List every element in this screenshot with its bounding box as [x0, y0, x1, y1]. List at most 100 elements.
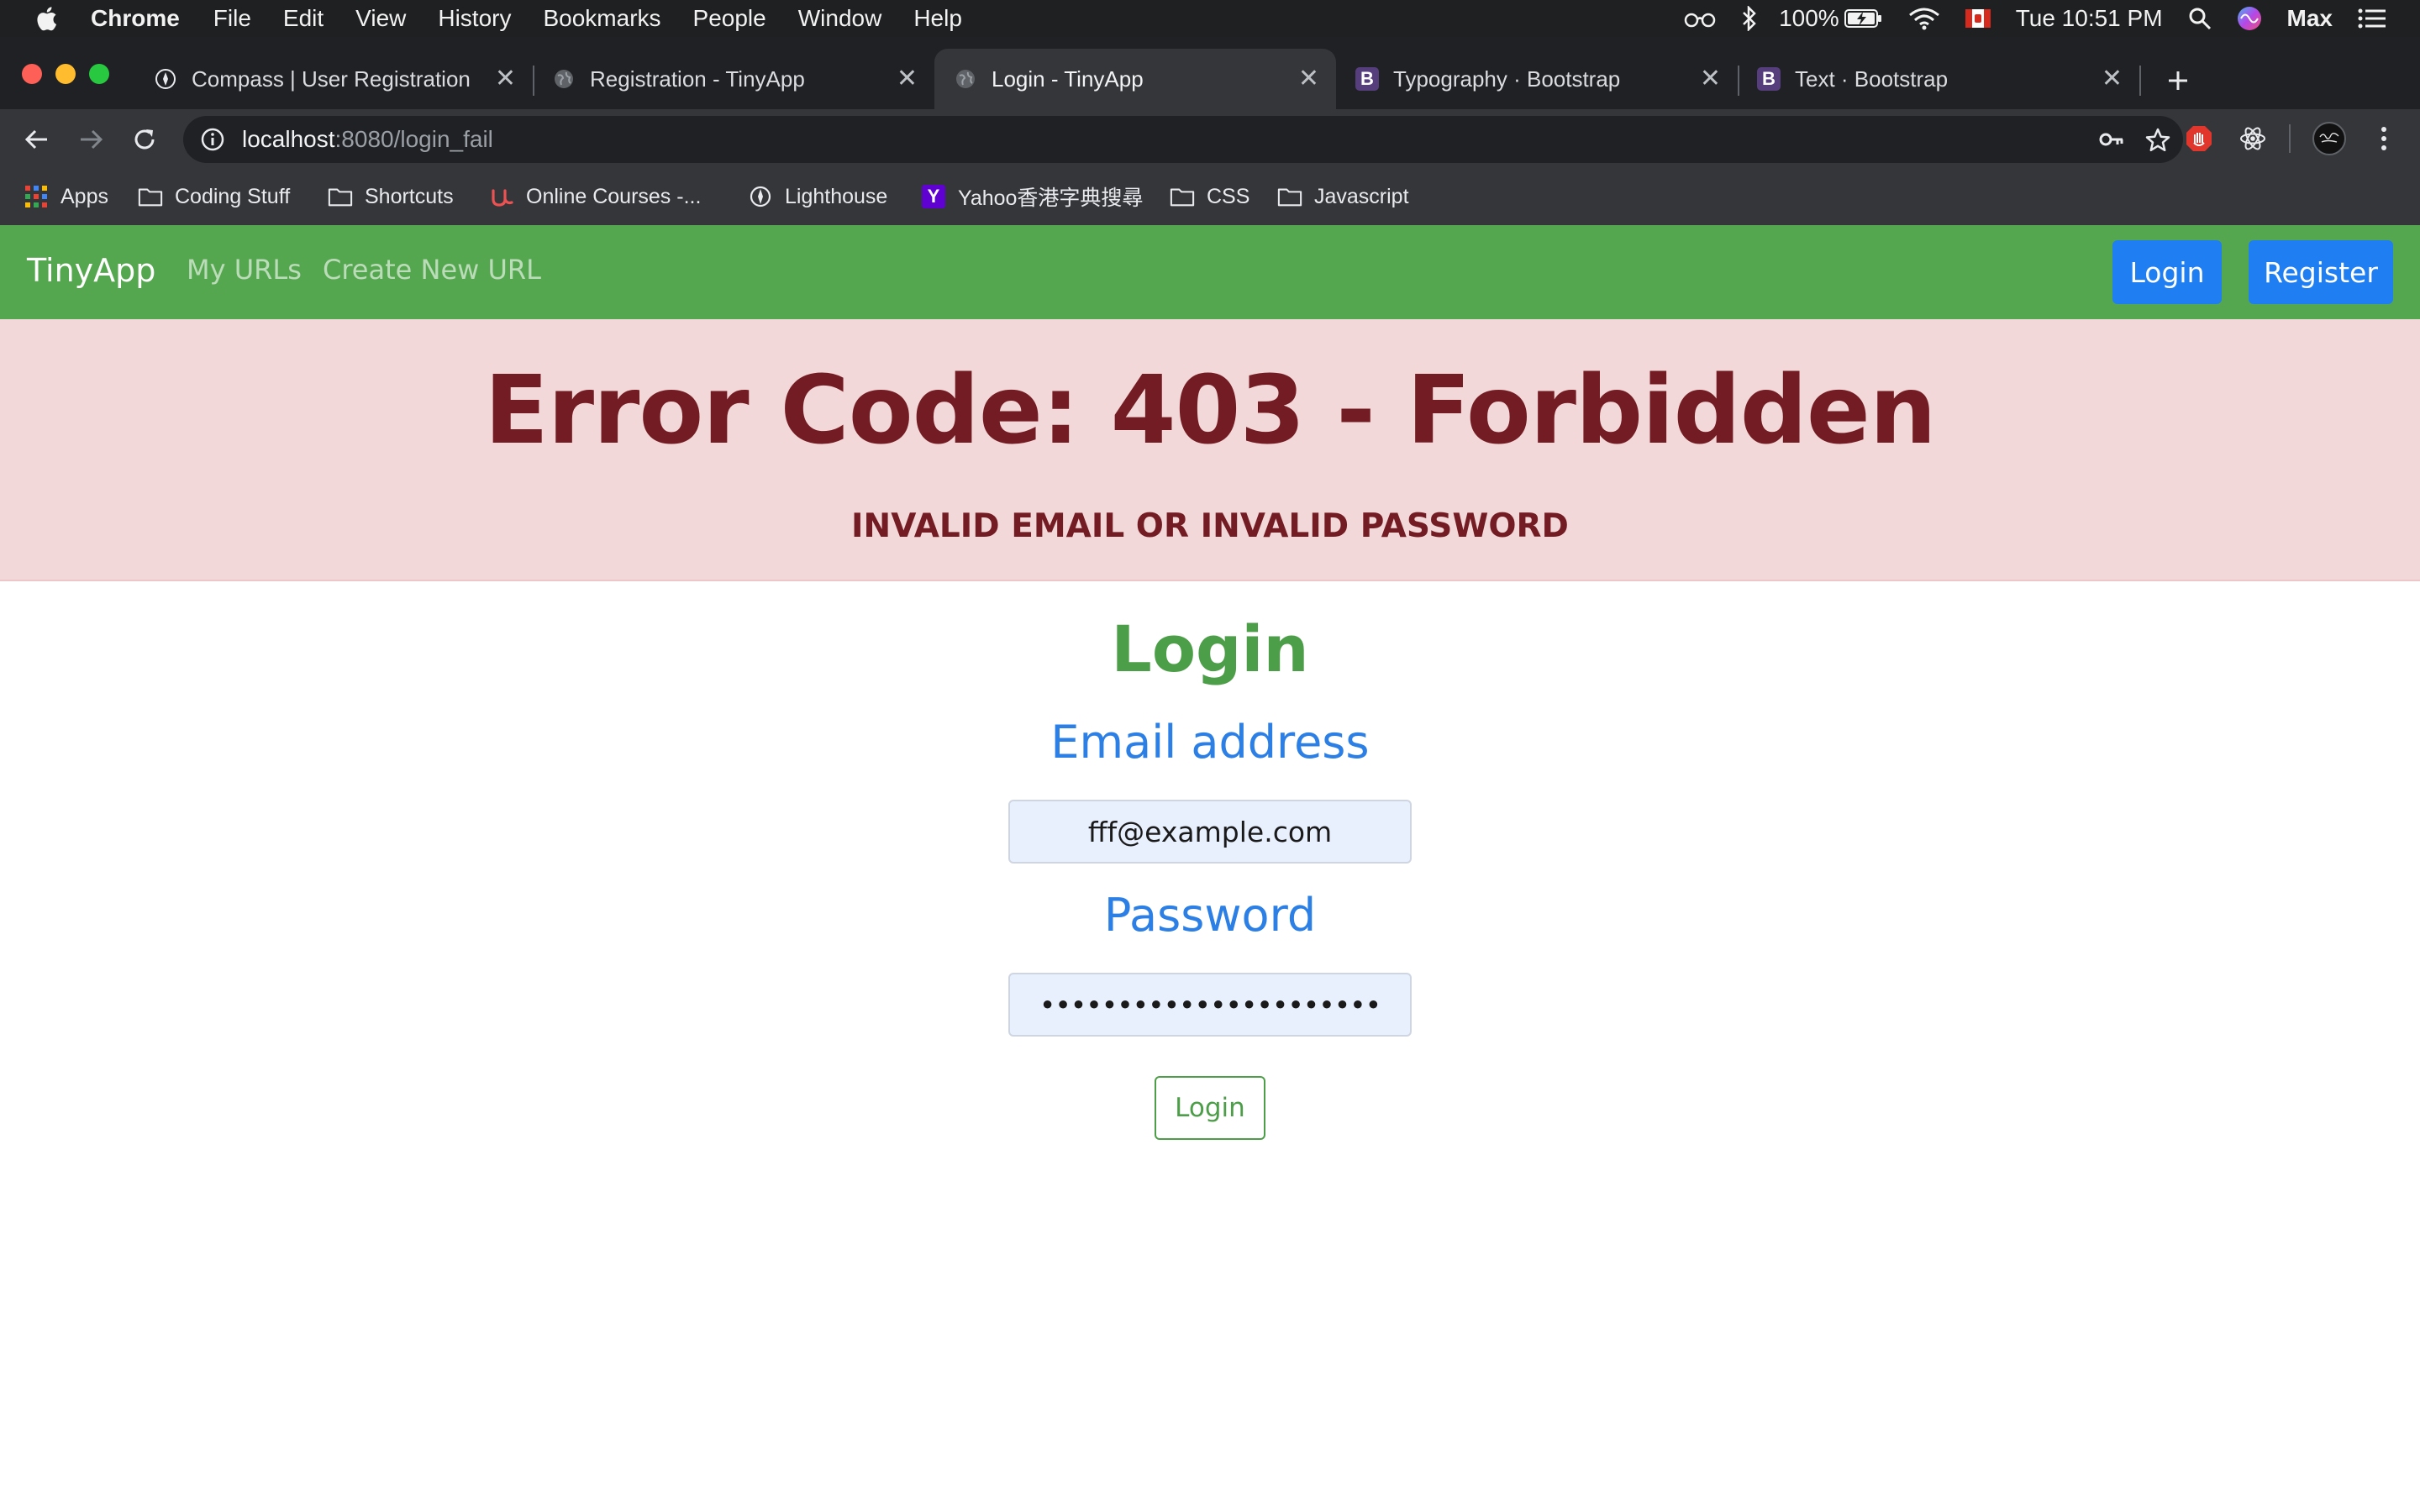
login-submit-button[interactable]: Login [1155, 1076, 1265, 1140]
battery-charging-icon [1844, 9, 1881, 28]
globe-icon [953, 66, 978, 92]
email-label: Email address [1050, 716, 1370, 769]
tab-separator [2139, 66, 2141, 96]
bookmark-label: Online Courses -... [526, 184, 702, 208]
menu-bookmarks[interactable]: Bookmarks [543, 5, 660, 32]
notification-center-icon[interactable] [2358, 8, 2386, 29]
bookmark-star-icon[interactable] [2144, 127, 2171, 154]
compass-icon [748, 184, 773, 209]
profile-avatar[interactable] [2312, 122, 2346, 155]
udemy-icon [489, 184, 514, 209]
back-arrow-icon[interactable] [24, 128, 50, 151]
bookmarks-bar: Apps Coding Stuff Shortcuts Online Cours… [0, 168, 2420, 225]
menu-people[interactable]: People [693, 5, 766, 32]
window-zoom-button[interactable] [89, 64, 109, 84]
forward-arrow-icon[interactable] [77, 128, 104, 151]
tab-close-icon[interactable]: ✕ [2102, 66, 2123, 92]
canada-flag-icon[interactable] [1965, 9, 1991, 28]
tab-title: Text · Bootstrap [1795, 66, 1949, 92]
bookmark-shortcuts[interactable]: Shortcuts [328, 181, 454, 212]
menu-history[interactable]: History [438, 5, 511, 32]
folder-icon [1170, 184, 1195, 209]
menu-app-name[interactable]: Chrome [91, 5, 180, 32]
tab-compass-user-registration[interactable]: Compass | User Registration ✕ [134, 49, 534, 109]
email-field[interactable] [1008, 800, 1412, 864]
bookmark-javascript[interactable]: Javascript [1277, 181, 1409, 212]
spotlight-search-icon[interactable] [2188, 7, 2212, 30]
password-field[interactable]: •••••••••••••••••••••• [1008, 973, 1412, 1037]
tab-title: Compass | User Registration [192, 66, 471, 92]
bookmark-lighthouse[interactable]: Lighthouse [748, 181, 887, 212]
bookmark-coding-stuff[interactable]: Coding Stuff [138, 181, 290, 212]
toolbar-divider [2289, 124, 2291, 153]
tab-title: Registration - TinyApp [590, 66, 805, 92]
bootstrap-letter: B [1355, 67, 1379, 91]
yahoo-icon: Y [921, 184, 946, 209]
wifi-icon[interactable] [1908, 7, 1940, 30]
tab-text-bootstrap[interactable]: B Text · Bootstrap ✕ [1738, 49, 2141, 109]
menu-file[interactable]: File [213, 5, 251, 32]
bootstrap-icon: B [1355, 66, 1380, 92]
chrome-menu-kebab-icon[interactable] [2378, 124, 2390, 153]
url-path: :8080/login_fail [334, 126, 493, 152]
bookmark-yahoo-dictionary[interactable]: Y Yahoo香港字典搜尋 [921, 181, 1143, 212]
bookmark-label: Shortcuts [365, 184, 454, 208]
bookmark-label: Lighthouse [785, 184, 888, 208]
tab-close-icon[interactable]: ✕ [1700, 66, 1721, 92]
navbar-register-button[interactable]: Register [2249, 240, 2393, 304]
window-minimize-button[interactable] [55, 64, 76, 84]
navbar-brand[interactable]: TinyApp [27, 252, 155, 289]
password-label: Password [1103, 889, 1317, 942]
password-key-icon[interactable] [2099, 129, 2124, 150]
battery-status[interactable]: 100% [1779, 5, 1883, 32]
bookmark-css[interactable]: CSS [1170, 181, 1249, 212]
folder-icon [1277, 184, 1302, 209]
react-devtools-icon[interactable] [2238, 124, 2267, 153]
globe-icon [551, 66, 576, 92]
menubar-user[interactable]: Max [2287, 5, 2333, 32]
bookmark-label: Apps [60, 184, 108, 208]
reading-glasses-icon[interactable] [1683, 9, 1717, 28]
chrome-tab-strip: Compass | User Registration ✕ Registrati… [0, 37, 2420, 109]
login-title: Login [1111, 612, 1309, 686]
tab-close-icon[interactable]: ✕ [897, 66, 918, 92]
bookmark-label: Javascript [1314, 184, 1409, 208]
bookmark-online-courses[interactable]: Online Courses -... [489, 181, 701, 212]
tab-registration-tinyapp[interactable]: Registration - TinyApp ✕ [533, 49, 934, 109]
bookmark-apps[interactable]: Apps [24, 181, 108, 212]
password-mask: •••••••••••••••••••••• [1039, 988, 1381, 1021]
window-close-button[interactable] [22, 64, 42, 84]
new-tab-plus-icon[interactable] [2166, 69, 2190, 92]
nav-link-my-urls[interactable]: My URLs [187, 254, 302, 286]
macos-menu-bar: Chrome File Edit View History Bookmarks … [0, 0, 2420, 37]
menu-view[interactable]: View [355, 5, 406, 32]
bootstrap-icon: B [1756, 66, 1781, 92]
address-bar[interactable]: localhost:8080/login_fail [183, 116, 2183, 163]
apple-logo-icon[interactable] [34, 3, 62, 34]
nav-link-create-new-url[interactable]: Create New URL [323, 254, 541, 286]
bootstrap-letter: B [1757, 67, 1781, 91]
siri-icon[interactable] [2237, 6, 2262, 31]
chrome-toolbar: localhost:8080/login_fail [0, 109, 2420, 168]
url-host: localhost [242, 126, 335, 152]
folder-icon [138, 184, 163, 209]
menubar-clock[interactable]: Tue 10:51 PM [2016, 5, 2163, 32]
apps-grid-icon [24, 184, 49, 209]
site-info-icon[interactable] [200, 127, 225, 152]
tab-close-icon[interactable]: ✕ [1298, 66, 1319, 92]
tab-title: Login - TinyApp [992, 66, 1144, 92]
menu-help[interactable]: Help [913, 5, 962, 32]
menu-window[interactable]: Window [798, 5, 882, 32]
yahoo-letter: Y [922, 185, 945, 208]
bookmark-label: Yahoo香港字典搜尋 [958, 186, 1144, 210]
error-alert: Error Code: 403 - Forbidden INVALID EMAI… [0, 319, 2420, 581]
tab-typography-bootstrap[interactable]: B Typography · Bootstrap ✕ [1336, 49, 1739, 109]
bluetooth-icon[interactable] [1742, 6, 1757, 31]
tab-close-icon[interactable]: ✕ [495, 66, 516, 92]
bookmark-label: Coding Stuff [175, 184, 291, 208]
adblock-extension-icon[interactable] [2185, 124, 2213, 153]
tab-login-tinyapp[interactable]: Login - TinyApp ✕ [934, 49, 1336, 109]
navbar-login-button[interactable]: Login [2112, 240, 2222, 304]
menu-edit[interactable]: Edit [283, 5, 324, 32]
reload-icon[interactable] [131, 126, 158, 153]
